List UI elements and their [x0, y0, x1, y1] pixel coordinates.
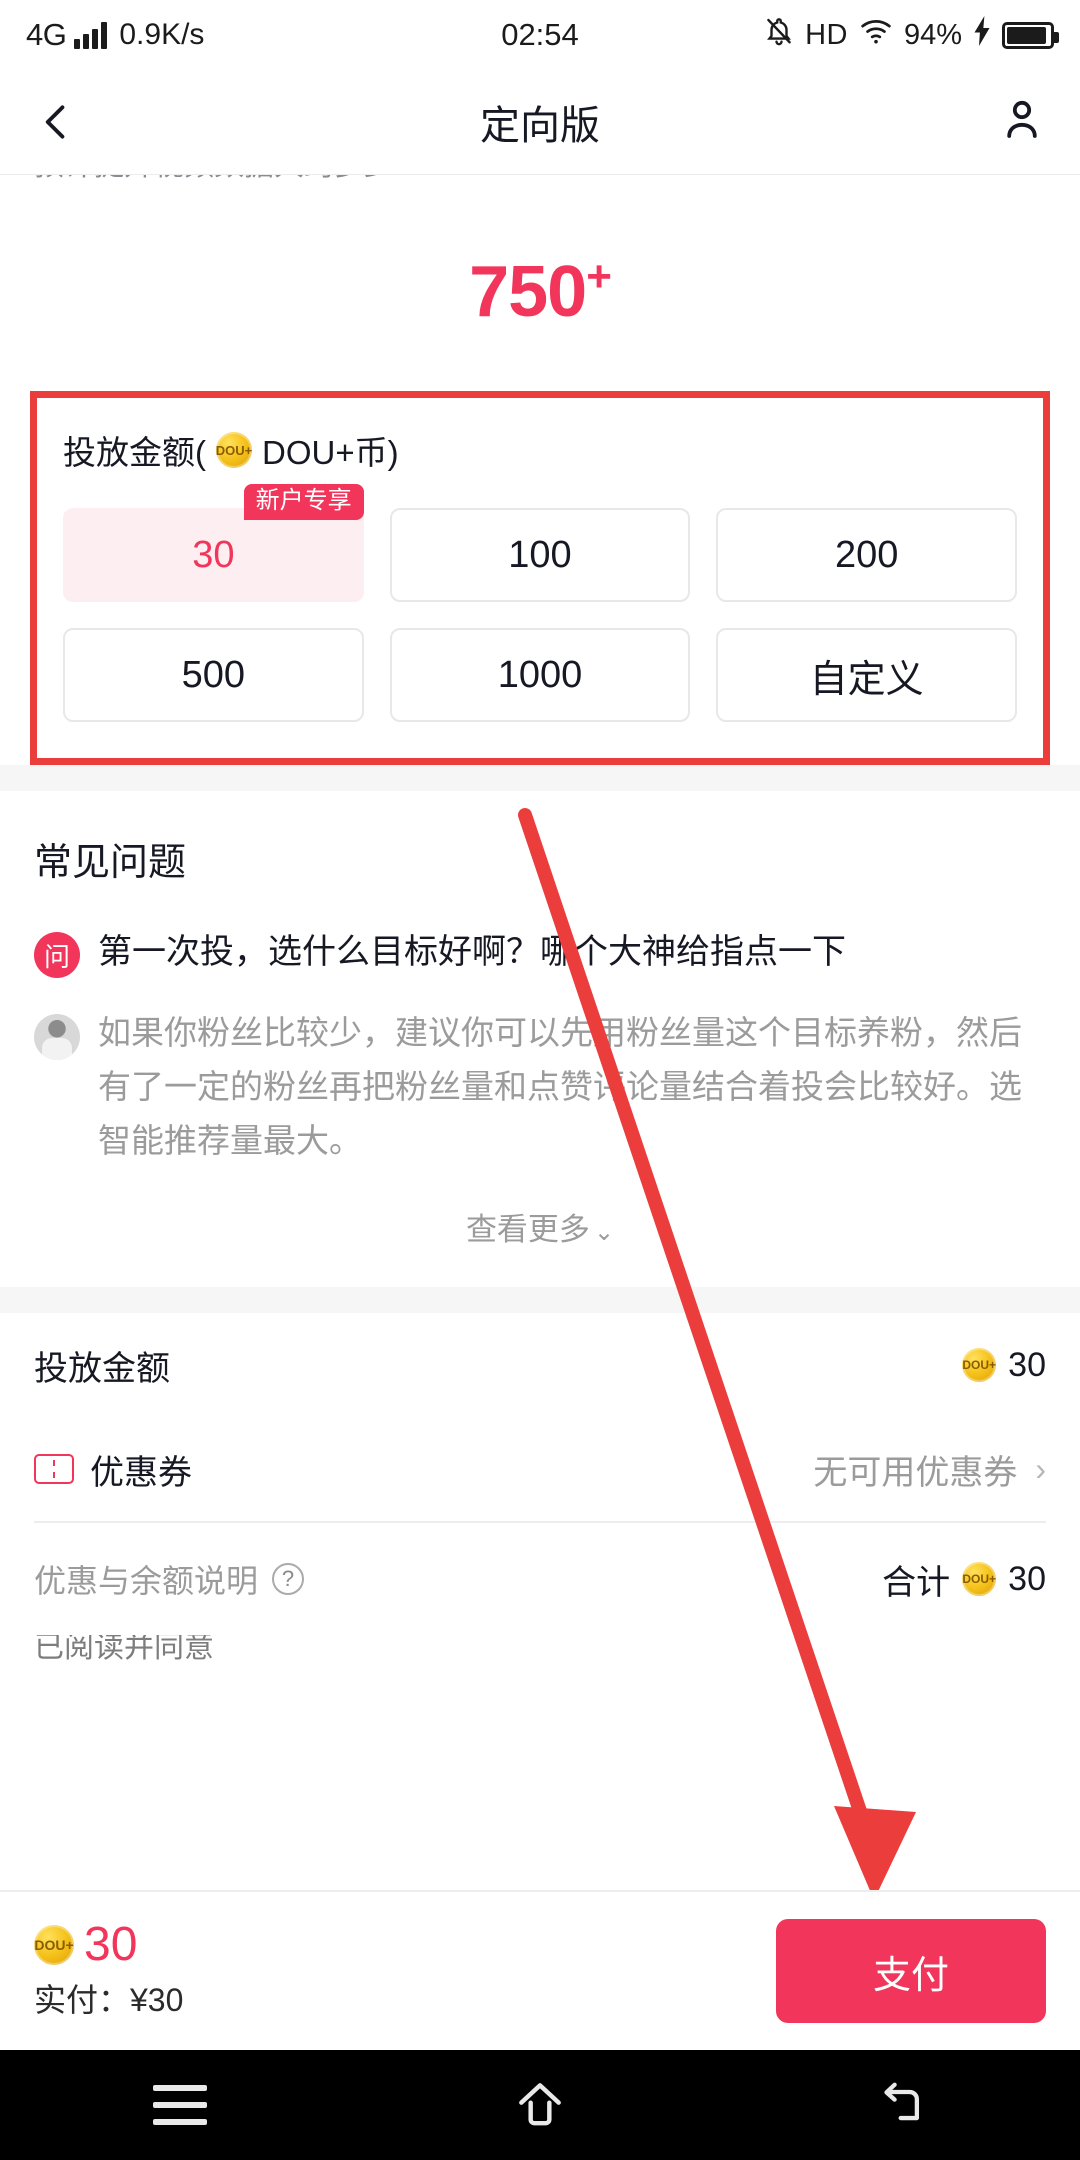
coupon-label: 优惠券: [90, 1453, 192, 1492]
amount-option-100[interactable]: 100: [389, 508, 691, 602]
amount-option-custom[interactable]: 自定义: [716, 628, 1017, 722]
hd-label: HD: [805, 18, 848, 51]
app-header: 定向版: [0, 70, 1080, 175]
coupon-label-group: 优惠券: [34, 1445, 192, 1494]
battery-icon: [1002, 21, 1059, 49]
amount-section-title: 投放金额( DOU+ DOU+币): [63, 426, 1017, 474]
amount-options-grid: 新户专享 30 100 200 500 1000 自定义: [63, 484, 1017, 722]
faq-answer-row: 如果你粉丝比较少，建议你可以先用粉丝量这个目标养粉，然后有了一定的粉丝再把粉丝量…: [34, 1006, 1046, 1168]
chevron-down-icon: ⌄: [593, 1219, 615, 1246]
network-type-label: 4G: [26, 17, 67, 52]
wifi-icon: [859, 17, 893, 53]
faq-section: 常见问题 问 第一次投，选什么目标好啊？哪个大神给指点一下 如果你粉丝比较少，建…: [0, 791, 1080, 1287]
amount-option-label: 500: [181, 653, 246, 696]
total-group: 合计 DOU+ 30: [882, 1555, 1046, 1604]
amount-selector-card: 投放金额( DOU+ DOU+币) 新户专享 30 100 200 500 10…: [30, 391, 1050, 765]
order-summary: 投放金额 DOU+ 30 优惠券 无可用优惠券 › 优惠与余额说明 ? 合计 D…: [0, 1313, 1080, 1635]
charging-bolt-icon: [973, 16, 991, 54]
network-speed-label: 0.9K/s: [119, 18, 205, 51]
estimate-value: 750+: [469, 252, 612, 332]
menu-icon[interactable]: [120, 2050, 240, 2160]
coupon-value-group: 无可用优惠券 ›: [813, 1445, 1046, 1494]
dou-plus-coin-icon: DOU+: [216, 432, 252, 468]
android-navigation-bar: [0, 2050, 1080, 2160]
section-divider: [0, 765, 1080, 791]
home-icon[interactable]: [480, 2050, 600, 2160]
amount-title-suffix: DOU+币): [262, 434, 399, 471]
summary-row-total: 优惠与余额说明 ? 合计 DOU+ 30: [34, 1523, 1046, 1635]
person-icon[interactable]: [998, 96, 1046, 149]
section-divider-2: [0, 1287, 1080, 1313]
pay-total-value: 30: [84, 1918, 138, 1971]
signal-bars-icon: [74, 21, 108, 49]
summary-amount-label: 投放金额: [34, 1349, 170, 1388]
coupon-value: 无可用优惠券: [813, 1453, 1018, 1492]
faq-answer-text: 如果你粉丝比较少，建议你可以先用粉丝量这个目标养粉，然后有了一定的粉丝再把粉丝量…: [98, 1014, 1022, 1159]
faq-heading: 常见问题: [34, 842, 187, 884]
faq-question-text: 第一次投，选什么目标好啊？哪个大神给指点一下: [98, 933, 846, 971]
hamburger-lines: [153, 2085, 207, 2125]
total-label: 合计: [882, 1563, 951, 1602]
pay-button[interactable]: 支付: [776, 1919, 1046, 2023]
pay-summary: DOU+ 30 实付：¥30: [34, 1921, 183, 2021]
scroll-content: 预计提升视频数据大约多少 750+ 投放金额( DOU+ DOU+币) 新户专享…: [0, 175, 1080, 1665]
status-bar-left: 4G 0.9K/s: [26, 17, 204, 53]
amount-option-30[interactable]: 新户专享 30: [63, 484, 364, 602]
summary-amount-number: 30: [1008, 1345, 1046, 1384]
summary-row-amount: 投放金额 DOU+ 30: [34, 1313, 1046, 1417]
help-icon[interactable]: ?: [272, 1563, 305, 1595]
coupon-ticket-icon: [34, 1454, 74, 1484]
amount-option-1000[interactable]: 1000: [389, 628, 691, 722]
amount-option-label: 自定义: [809, 658, 924, 701]
status-bar-right: HD 94%: [764, 15, 1059, 55]
amount-option-label: 1000: [497, 653, 583, 696]
dou-plus-coin-icon: DOU+: [962, 1562, 997, 1596]
amount-option-label: 30: [192, 533, 235, 576]
balance-note[interactable]: 优惠与余额说明 ?: [34, 1556, 305, 1602]
actual-paid-label: 实付：¥30: [34, 1982, 184, 2018]
amount-option-label: 100: [508, 533, 572, 576]
amount-option-500[interactable]: 500: [63, 628, 364, 722]
chevron-right-icon: ›: [1035, 1450, 1046, 1487]
amount-option-label: 200: [834, 533, 899, 576]
agreement-row[interactable]: 已阅读并同意《DOU+服务协议》: [0, 1635, 1080, 1665]
back-chevron-icon[interactable]: [34, 100, 78, 144]
estimate-plus: +: [586, 252, 612, 301]
dou-plus-coin-icon: DOU+: [34, 1925, 74, 1965]
avatar: [34, 1014, 80, 1060]
see-more-label: 查看更多: [465, 1212, 590, 1247]
clipped-caption: 预计提升视频数据大约多少: [0, 175, 1080, 209]
new-user-badge: 新户专享: [243, 484, 364, 520]
total-value: 30: [1008, 1559, 1046, 1598]
balance-note-label: 优惠与余额说明: [34, 1563, 259, 1599]
page-title: 定向版: [480, 104, 600, 148]
amount-option-200[interactable]: 200: [716, 508, 1017, 602]
see-more-button[interactable]: 查看更多 ⌄: [34, 1168, 1046, 1263]
status-bar: 4G 0.9K/s 02:54 HD 94%: [0, 0, 1080, 70]
mute-bell-icon: [764, 15, 794, 55]
battery-percent-label: 94%: [903, 18, 962, 51]
summary-row-coupon[interactable]: 优惠券 无可用优惠券 ›: [34, 1417, 1046, 1521]
summary-amount-value: DOU+ 30: [962, 1346, 1046, 1385]
back-icon[interactable]: [840, 2050, 960, 2160]
faq-question-row: 问 第一次投，选什么目标好啊？哪个大神给指点一下: [34, 928, 1046, 978]
pay-total-row: DOU+ 30: [34, 1921, 183, 1969]
pay-bar: DOU+ 30 实付：¥30 支付: [0, 1890, 1080, 2050]
question-badge-icon: 问: [34, 932, 80, 978]
agreement-text: 已阅读并同意: [34, 1635, 214, 1664]
dou-plus-coin-icon: DOU+: [962, 1348, 997, 1382]
amount-title-prefix: 投放金额(: [63, 434, 206, 471]
